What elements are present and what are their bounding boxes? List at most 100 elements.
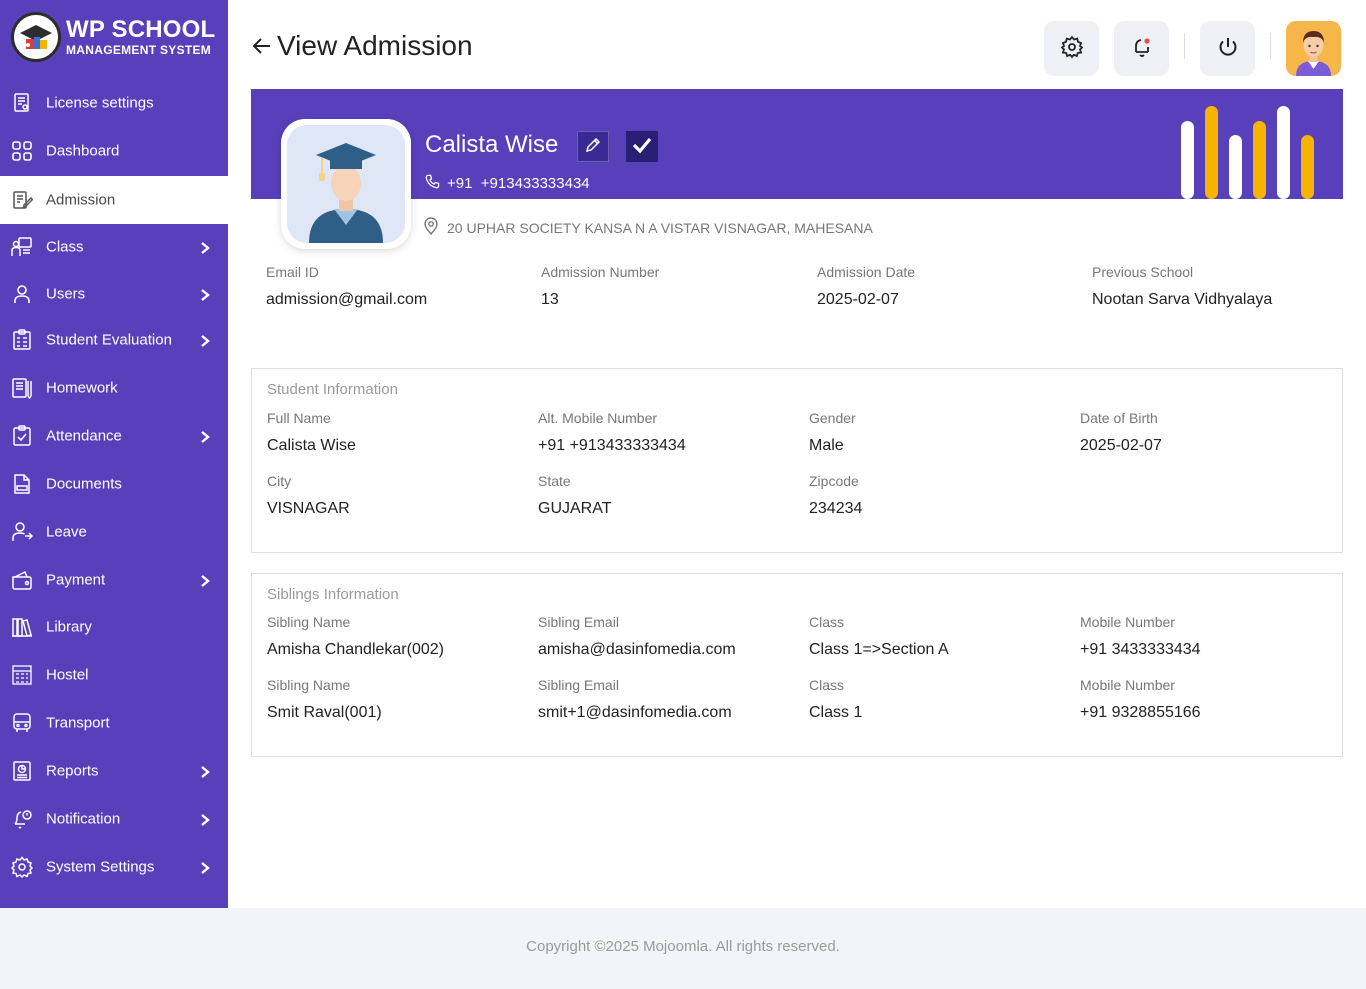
edit-button[interactable] <box>577 131 609 162</box>
sidebar-item-transport[interactable]: Transport <box>0 699 228 747</box>
users-icon <box>11 283 33 305</box>
sibling-class-value: Class 1=>Section A <box>809 641 949 658</box>
sidebar-item-payment[interactable]: Payment <box>0 556 228 604</box>
brand-logo-icon <box>11 12 61 62</box>
graduate-avatar-icon <box>287 125 405 243</box>
chevron-right-icon <box>198 812 212 826</box>
student-address: 20 UPHAR SOCIETY KANSA N A VISTAR VISNAG… <box>423 217 873 238</box>
email-label: Email ID <box>266 264 319 280</box>
full-name-value: Calista Wise <box>267 437 356 454</box>
sidebar-item-label: Hostel <box>46 666 89 684</box>
leave-icon <box>11 521 34 543</box>
hostel-icon <box>11 664 33 686</box>
payment-icon <box>11 569 33 591</box>
approve-button[interactable] <box>626 131 658 162</box>
power-icon <box>1216 35 1240 63</box>
evaluation-icon <box>11 329 33 351</box>
sibling-email-value: amisha@dasinfomedia.com <box>538 641 736 658</box>
brand-subtitle: MANAGEMENT SYSTEM <box>66 43 212 57</box>
dashboard-icon <box>11 140 33 162</box>
admission-icon <box>11 189 34 211</box>
sibling-mobile-label: Mobile Number <box>1080 614 1175 630</box>
sidebar-item-label: System Settings <box>46 858 155 876</box>
admission-date-value: 2025-02-07 <box>817 291 899 308</box>
back-arrow-icon[interactable] <box>251 35 273 57</box>
sibling-email-label: Sibling Email <box>538 677 619 693</box>
sidebar-item-attendance[interactable]: Attendance <box>0 412 228 460</box>
gear-icon <box>1060 35 1084 63</box>
sidebar-item-users[interactable]: Users <box>0 270 228 318</box>
brand[interactable]: WP SCHOOL MANAGEMENT SYSTEM <box>10 11 225 63</box>
sidebar-item-label: Leave <box>46 523 87 541</box>
sidebar-item-label: Transport <box>46 714 110 732</box>
class-icon <box>11 236 33 258</box>
documents-icon <box>11 473 33 495</box>
logout-button[interactable] <box>1200 21 1255 76</box>
student-photo <box>281 119 411 249</box>
previous-school-label: Previous School <box>1092 264 1194 280</box>
sidebar-item-license-settings[interactable]: License settings <box>0 79 228 127</box>
sibling-class-label: Class <box>809 614 845 630</box>
sidebar-item-class[interactable]: Class <box>0 223 228 271</box>
sidebar-item-label: Dashboard <box>46 142 120 160</box>
pencil-icon <box>584 136 602 158</box>
chevron-right-icon <box>198 240 212 254</box>
settings-button[interactable] <box>1044 21 1099 76</box>
reports-icon <box>11 760 33 782</box>
phone-number: +91 +913433333434 <box>447 175 590 192</box>
zipcode-value: 234234 <box>809 500 863 517</box>
siblings-information-card: Siblings Information Sibling Name Amisha… <box>251 573 1343 757</box>
chevron-right-icon <box>198 287 212 301</box>
avatar[interactable] <box>1286 21 1341 76</box>
phone-icon <box>425 174 447 193</box>
sidebar-item-label: License settings <box>46 94 154 112</box>
sidebar-item-reports[interactable]: Reports <box>0 747 228 795</box>
chevron-right-icon <box>198 764 212 778</box>
sidebar-item-label: Admission <box>46 191 116 209</box>
card-title: Siblings Information <box>267 586 399 603</box>
dob-value: 2025-02-07 <box>1080 437 1162 454</box>
student-phone: +91 +913433333434 <box>425 174 590 193</box>
sidebar-item-dashboard[interactable]: Dashboard <box>0 127 228 175</box>
sibling-email-value: smit+1@dasinfomedia.com <box>538 704 732 721</box>
sibling-mobile-label: Mobile Number <box>1080 677 1175 693</box>
decorative-bars <box>1181 106 1314 199</box>
sidebar-item-documents[interactable]: Documents <box>0 460 228 508</box>
email-value: admission@gmail.com <box>266 291 428 308</box>
sidebar-item-leave[interactable]: Leave <box>0 508 228 556</box>
sidebar-item-homework[interactable]: Homework <box>0 364 228 412</box>
sidebar-item-student-evaluation[interactable]: Student Evaluation <box>0 316 228 364</box>
city-label: City <box>267 473 292 489</box>
sibling-email-label: Sibling Email <box>538 614 619 630</box>
sidebar-item-admission[interactable]: Admission <box>0 176 228 224</box>
sibling-mobile-value: +91 3433333434 <box>1080 641 1201 658</box>
sidebar-item-system-settings[interactable]: System Settings <box>0 843 228 891</box>
notification-icon <box>11 808 33 830</box>
previous-school-value: Nootan Sarva Vidhyalaya <box>1092 291 1273 308</box>
brand-title: WP SCHOOL <box>66 16 216 43</box>
card-title: Student Information <box>267 381 398 398</box>
profile-banner <box>251 89 1343 199</box>
notifications-button[interactable] <box>1114 21 1169 76</box>
chevron-right-icon <box>198 573 212 587</box>
sidebar-item-hostel[interactable]: Hostel <box>0 651 228 699</box>
page-header: View Admission <box>251 28 473 64</box>
sibling-class-value: Class 1 <box>809 704 863 721</box>
sidebar-item-label: Library <box>46 618 92 636</box>
sibling-class-label: Class <box>809 677 845 693</box>
sidebar-item-library[interactable]: Library <box>0 603 228 651</box>
alt-mobile-value: +91 +913433333434 <box>538 437 686 454</box>
homework-icon <box>11 377 33 400</box>
sidebar-item-label: Class <box>46 238 84 256</box>
sidebar-item-label: Users <box>46 285 86 303</box>
transport-icon <box>11 712 33 734</box>
library-icon <box>11 616 33 638</box>
admission-number-value: 13 <box>541 291 559 308</box>
student-information-card: Student Information Full Name Calista Wi… <box>251 368 1343 553</box>
sidebar-item-notification[interactable]: Notification <box>0 795 228 843</box>
zipcode-label: Zipcode <box>809 473 859 489</box>
chevron-right-icon <box>198 860 212 874</box>
bell-icon <box>1130 35 1154 63</box>
sidebar-item-label: Documents <box>46 475 122 493</box>
chevron-right-icon <box>198 429 212 443</box>
